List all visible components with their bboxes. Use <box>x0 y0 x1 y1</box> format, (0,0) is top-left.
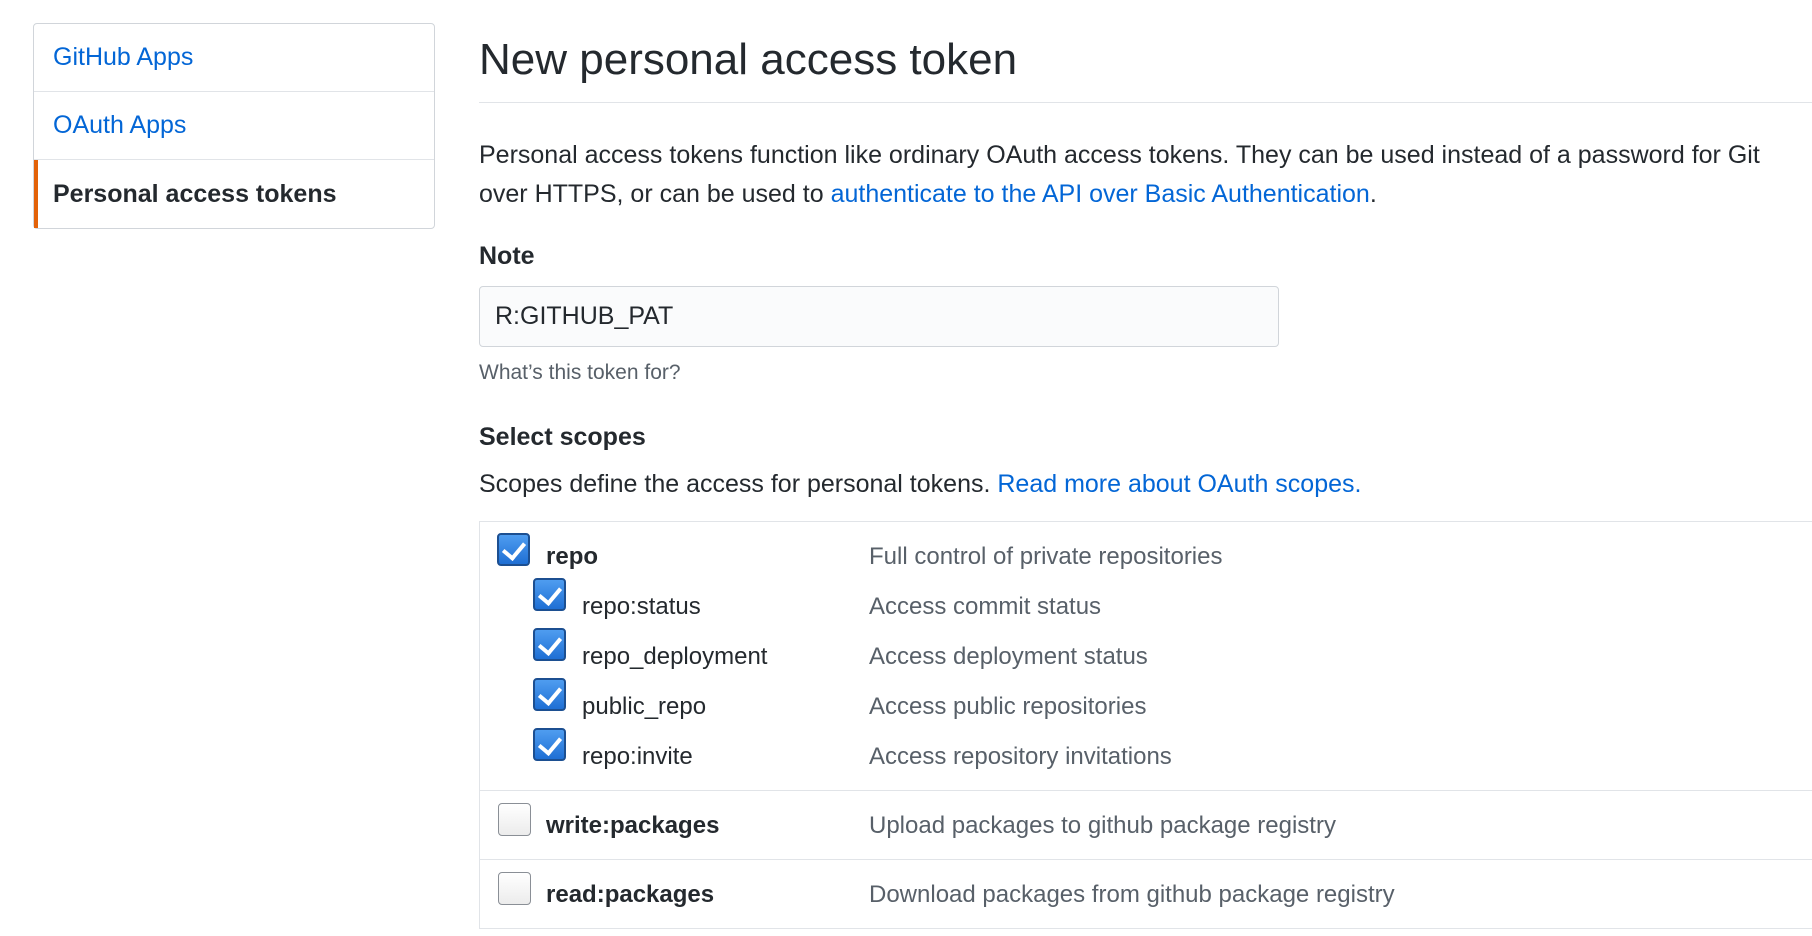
page-title: New personal access token <box>479 35 1018 84</box>
scope-name-public-repo: public_repo <box>582 693 707 720</box>
scope-desc-repo-invite: Access repository invitations <box>869 743 1172 770</box>
scope-row-repo: repo Full control of private repositorie… <box>480 532 1812 582</box>
oauth-scopes-link[interactable]: Read more about OAuth scopes. <box>997 470 1361 498</box>
note-hint: What’s this token for? <box>479 361 681 384</box>
scope-desc-public-repo: Access public repositories <box>869 693 1147 720</box>
scope-name-read-packages: read:packages <box>546 881 715 908</box>
write-packages-checkbox[interactable] <box>498 803 531 836</box>
sidebar-item-label: OAuth Apps <box>53 111 187 139</box>
scopes-heading: Select scopes <box>479 423 646 451</box>
scope-row-repo-deployment: repo_deployment Access deployment status <box>480 628 1812 682</box>
note-label: Note <box>479 242 535 270</box>
intro-end: . <box>1369 180 1377 208</box>
intro-paragraph: Personal access tokens function like ord… <box>479 136 1812 214</box>
scope-name-repo-invite: repo:invite <box>582 743 693 770</box>
sidebar-item-label: Personal access tokens <box>53 179 337 208</box>
scopes-description: Scopes define the access for personal to… <box>479 470 1361 499</box>
scope-desc-repo-status: Access commit status <box>869 593 1102 620</box>
scope-desc-read-packages: Download packages from github package re… <box>869 881 1395 908</box>
note-input[interactable] <box>479 286 1279 347</box>
scope-name-repo-deployment: repo_deployment <box>582 643 768 670</box>
scope-desc-repo-deployment: Access deployment status <box>869 643 1148 670</box>
scope-name-repo-status: repo:status <box>582 593 701 620</box>
scope-group-write-packages: write:packages Upload packages to github… <box>480 791 1812 860</box>
title-divider <box>479 102 1812 103</box>
sidebar-item-label: GitHub Apps <box>53 43 194 71</box>
scope-name-write-packages: write:packages <box>546 812 720 839</box>
sidebar-item-oauth-apps[interactable]: OAuth Apps <box>34 92 434 160</box>
repo-status-checkbox[interactable] <box>533 578 566 611</box>
scopes-desc-text: Scopes define the access for personal to… <box>479 470 998 498</box>
scope-desc-repo: Full control of private repositories <box>869 543 1223 570</box>
scope-row-public-repo: public_repo Access public repositories <box>480 678 1812 732</box>
scope-name-repo: repo <box>546 543 599 570</box>
developer-settings-sidebar: GitHub Apps OAuth Apps Personal access t… <box>33 23 435 229</box>
scope-row-repo-status: repo:status Access commit status <box>480 578 1812 632</box>
scope-row-repo-invite: repo:invite Access repository invitation… <box>480 728 1812 782</box>
basic-auth-link[interactable]: authenticate to the API over Basic Authe… <box>831 180 1370 208</box>
repo-checkbox[interactable] <box>497 533 530 566</box>
sidebar-item-personal-access-tokens[interactable]: Personal access tokens <box>34 160 434 228</box>
public-repo-checkbox[interactable] <box>533 678 566 711</box>
scope-group-repo: repo Full control of private repositorie… <box>480 522 1812 791</box>
scope-desc-write-packages: Upload packages to github package regist… <box>869 812 1336 839</box>
settings-page: GitHub Apps OAuth Apps Personal access t… <box>0 0 1812 936</box>
read-packages-checkbox[interactable] <box>498 872 531 905</box>
scope-row-read-packages: read:packages Download packages from git… <box>480 870 1812 920</box>
scopes-list: repo Full control of private repositorie… <box>479 521 1812 929</box>
scope-group-read-packages: read:packages Download packages from git… <box>480 860 1812 929</box>
sidebar-item-github-apps[interactable]: GitHub Apps <box>34 24 434 92</box>
repo-deployment-checkbox[interactable] <box>533 628 566 661</box>
repo-invite-checkbox[interactable] <box>533 728 566 761</box>
scope-row-write-packages: write:packages Upload packages to github… <box>480 801 1812 851</box>
